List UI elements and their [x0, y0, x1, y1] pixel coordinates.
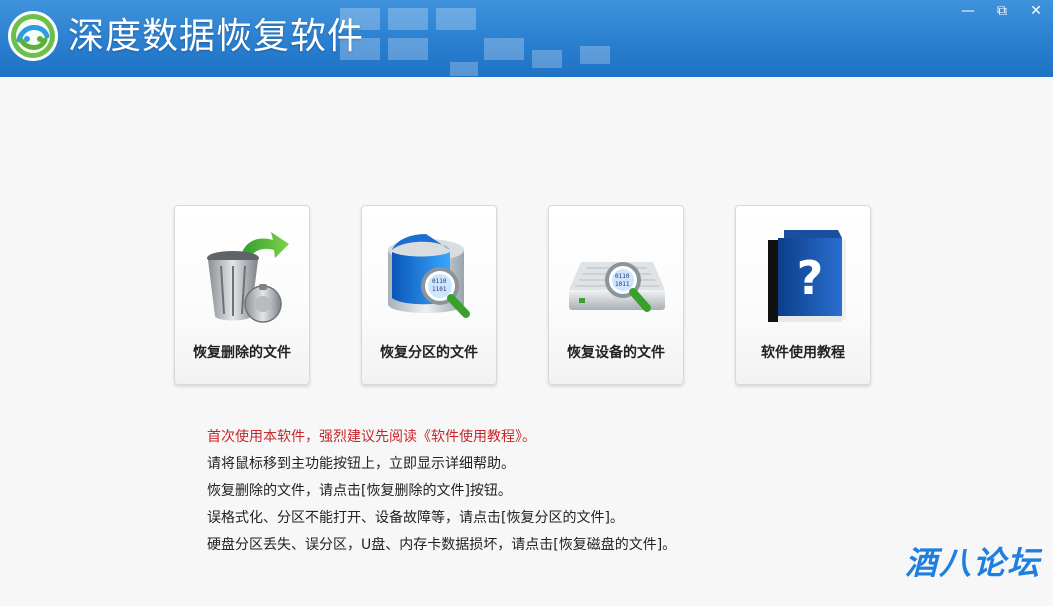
window-controls: — ⧉ ✕ — [951, 0, 1053, 22]
card-label: 恢复设备的文件 — [567, 345, 665, 361]
close-icon: ✕ — [1030, 3, 1042, 19]
recover-deleted-files-button[interactable]: 恢复删除的文件 — [174, 205, 310, 385]
help-book-icon: ? — [768, 230, 846, 322]
hint-warning: 首次使用本软件，强烈建议先阅读《软件使用教程》。 — [207, 429, 536, 445]
svg-text:?: ? — [797, 251, 824, 305]
title-bar[interactable]: 深度数据恢复软件 — ⧉ ✕ — [0, 0, 1053, 77]
hint-line: 请将鼠标移到主功能按钮上，立即显示详细帮助。 — [207, 456, 515, 472]
svg-text:1101: 1101 — [432, 286, 447, 293]
svg-text:0110: 0110 — [615, 273, 630, 280]
forum-watermark: 酒八论坛 — [904, 544, 1041, 582]
hint-line: 恢复删除的文件，请点击[恢复删除的文件]按钮。 — [207, 483, 512, 499]
help-text-panel: 首次使用本软件，强烈建议先阅读《软件使用教程》。 请将鼠标移到主功能按钮上，立即… — [207, 424, 676, 559]
app-logo-icon — [8, 11, 58, 61]
device-drive-icon: 0110 1011 — [569, 262, 665, 312]
recycle-bin-icon — [207, 232, 289, 323]
close-button[interactable]: ✕ — [1019, 0, 1053, 22]
hint-line: 误格式化、分区不能打开、设备故障等，请点击[恢复分区的文件]。 — [207, 510, 624, 526]
recover-partition-files-button[interactable]: 0110 1101 恢复分区的文件 — [361, 205, 497, 385]
maximize-button[interactable]: ⧉ — [985, 0, 1019, 22]
software-tutorial-button[interactable]: ? 软件使用教程 — [735, 205, 871, 385]
maximize-icon: ⧉ — [997, 3, 1007, 19]
app-title: 深度数据恢复软件 — [68, 16, 365, 57]
hint-line: 硬盘分区丢失、误分区，U盘、内存卡数据损坏，请点击[恢复磁盘的文件]。 — [207, 537, 677, 553]
recover-device-files-button[interactable]: 0110 1011 恢复设备的文件 — [548, 205, 684, 385]
svg-text:1011: 1011 — [615, 281, 630, 288]
minimize-button[interactable]: — — [951, 0, 985, 22]
card-label: 恢复删除的文件 — [193, 345, 291, 361]
partition-disk-icon: 0110 1101 — [388, 234, 470, 318]
svg-text:0110: 0110 — [432, 278, 447, 285]
background-tiles-decoration — [340, 8, 610, 76]
minimize-icon: — — [961, 3, 975, 19]
card-label: 恢复分区的文件 — [380, 345, 478, 361]
card-label: 软件使用教程 — [761, 345, 845, 361]
